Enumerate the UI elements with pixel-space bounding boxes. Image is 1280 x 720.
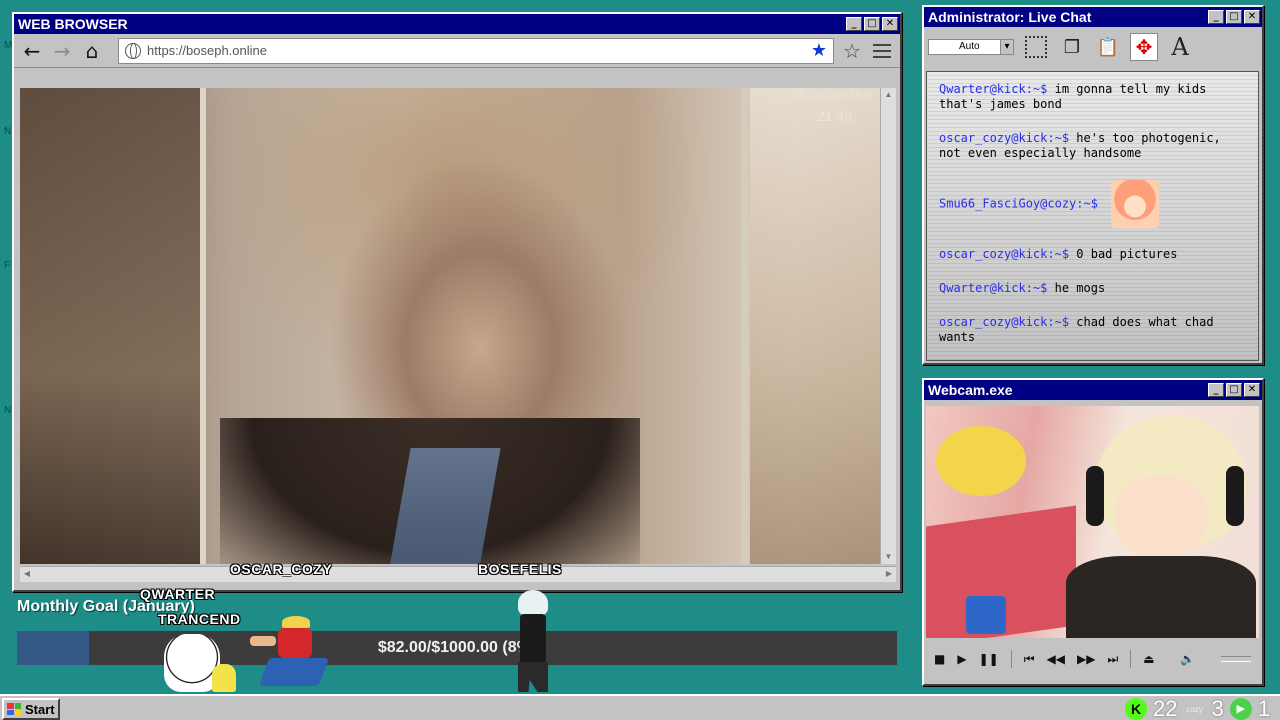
taskbar: Start K 22 cozy 3 ▶ 1: [0, 694, 1280, 720]
video-overlay-title: Abraham Mat: [789, 88, 872, 103]
chat-text: he mogs: [1054, 281, 1106, 295]
video-timestamp: 21:45: [816, 108, 852, 124]
minimize-button[interactable]: _: [846, 17, 862, 31]
chat-username: Smu66_FasciGoy@cozy:~$: [939, 196, 1098, 211]
webcam-titlebar[interactable]: Webcam.exe _ □ ✕: [924, 380, 1262, 400]
play-icon[interactable]: ▶: [957, 652, 966, 666]
chat-username: oscar_cozy@kick:~$: [939, 315, 1070, 329]
cozy-icon[interactable]: cozy: [1184, 698, 1206, 720]
address-bar[interactable]: https://boseph.online ★: [118, 37, 834, 64]
desktop-edge-glyph: F: [4, 260, 11, 271]
video-viewport[interactable]: Abraham Mat 21:45: [20, 88, 880, 564]
cozy-viewer-count: 3: [1211, 696, 1224, 720]
sprite-label: TRANCEND: [158, 611, 241, 627]
stop-icon[interactable]: ■: [934, 652, 945, 666]
favorites-star-icon[interactable]: ☆: [840, 39, 864, 63]
volume-slider[interactable]: [1220, 656, 1251, 662]
chat-window: Administrator: Live Chat _ □ ✕ Auto ❐ 📋 …: [922, 5, 1264, 365]
close-button[interactable]: ✕: [1244, 383, 1260, 397]
chat-message: Qwarter@kick:~$ he mogs: [939, 281, 1248, 296]
media-controls: ■ ▶ ❚❚ ⏮ ◀◀ ▶▶ ⏭ ⏏ 🔈: [926, 644, 1259, 674]
browser-titlebar[interactable]: WEB BROWSER _ □ ✕: [14, 14, 900, 34]
close-button[interactable]: ✕: [882, 17, 898, 31]
browser-title: WEB BROWSER: [18, 16, 128, 32]
webcam-window: Webcam.exe _ □ ✕ ■ ▶ ❚❚ ⏮ ◀◀ ▶▶ ⏭ ⏏ 🔈: [922, 378, 1264, 686]
skip-back-icon[interactable]: ⏮: [1024, 652, 1035, 667]
zoom-select[interactable]: Auto: [928, 39, 1014, 55]
kick-icon[interactable]: K: [1125, 698, 1148, 720]
sprite-label: BOSEFELIS: [478, 561, 562, 577]
sprite-label: QWARTER: [140, 586, 216, 602]
chat-titlebar[interactable]: Administrator: Live Chat _ □ ✕: [924, 7, 1262, 27]
paste-icon[interactable]: 📋: [1094, 33, 1122, 61]
chat-toolbar: Auto ❐ 📋 ✥ A: [924, 27, 1262, 67]
text-tool-icon[interactable]: A: [1166, 33, 1194, 61]
maximize-button[interactable]: □: [1226, 10, 1242, 24]
chat-title: Administrator: Live Chat: [928, 9, 1092, 25]
url-text[interactable]: https://boseph.online: [147, 43, 805, 58]
vertical-scrollbar[interactable]: ▲ ▼: [880, 88, 896, 564]
chat-message: oscar_cozy@kick:~$ chad does what chad w…: [939, 315, 1248, 345]
runner-sprite: [240, 616, 330, 692]
scroll-up-icon[interactable]: ▲: [881, 88, 896, 102]
chat-text: 0 bad pictures: [1076, 247, 1178, 261]
video-frame: [20, 88, 880, 564]
hero-sprite: [512, 590, 554, 692]
maximize-button[interactable]: □: [1226, 383, 1242, 397]
pause-icon[interactable]: ❚❚: [979, 652, 999, 666]
webcam-title: Webcam.exe: [928, 382, 1013, 398]
desktop-edge-glyph: N: [4, 405, 12, 416]
anime-sticker-image: [1111, 180, 1160, 228]
chat-username: oscar_cozy@kick:~$: [939, 247, 1070, 261]
horizontal-scrollbar[interactable]: ◀ ▶: [20, 566, 896, 582]
ghost-sprite: [164, 634, 236, 692]
chat-username: oscar_cozy@kick:~$: [939, 131, 1070, 145]
select-rect-icon[interactable]: [1022, 33, 1050, 61]
kick-viewer-count: 22: [1153, 696, 1178, 720]
chat-username: Qwarter@kick:~$: [939, 82, 1048, 96]
globe-icon: [125, 42, 141, 59]
start-label: Start: [25, 701, 55, 717]
webcam-view: [926, 406, 1259, 638]
volume-icon[interactable]: 🔈: [1180, 652, 1195, 666]
skip-forward-icon[interactable]: ⏭: [1107, 652, 1118, 667]
maximize-button[interactable]: □: [864, 17, 880, 31]
scroll-right-icon[interactable]: ▶: [882, 567, 896, 581]
minimize-button[interactable]: _: [1208, 383, 1224, 397]
other-viewer-count: 1: [1257, 696, 1270, 720]
start-button[interactable]: Start: [2, 698, 60, 720]
play-platform-icon[interactable]: ▶: [1229, 698, 1252, 720]
windows-logo-icon: [7, 703, 21, 715]
scroll-down-icon[interactable]: ▼: [881, 550, 896, 564]
bookmark-star-icon[interactable]: ★: [811, 40, 827, 61]
chat-log[interactable]: Qwarter@kick:~$ im gonna tell my kids th…: [926, 71, 1259, 361]
back-arrow-icon[interactable]: ←: [20, 39, 44, 63]
home-icon[interactable]: ⌂: [80, 39, 104, 63]
goal-progress-bar: $82.00/$1000.00 (8%): [17, 631, 897, 665]
desktop-edge-glyph: N: [4, 126, 12, 137]
chat-message: oscar_cozy@kick:~$ he's too photogenic, …: [939, 131, 1248, 161]
close-button[interactable]: ✕: [1244, 10, 1260, 24]
chat-message: Smu66_FasciGoy@cozy:~$: [939, 180, 1248, 228]
scroll-left-icon[interactable]: ◀: [20, 567, 34, 581]
eject-icon[interactable]: ⏏: [1143, 652, 1154, 666]
forward-arrow-icon[interactable]: →: [50, 39, 74, 63]
chat-message: oscar_cozy@kick:~$ 0 bad pictures: [939, 247, 1248, 262]
system-tray: K 22 cozy 3 ▶ 1: [1125, 696, 1270, 720]
fast-forward-icon[interactable]: ▶▶: [1077, 652, 1095, 666]
browser-window: WEB BROWSER _ □ ✕ ← → ⌂ https://boseph.o…: [12, 12, 902, 592]
copy-icon[interactable]: ❐: [1058, 33, 1086, 61]
menu-icon[interactable]: [870, 39, 894, 63]
goal-progress-text: $82.00/$1000.00 (8%): [377, 639, 537, 656]
move-icon[interactable]: ✥: [1130, 33, 1158, 61]
browser-navbar: ← → ⌂ https://boseph.online ★ ☆: [14, 34, 900, 68]
chat-message: Qwarter@kick:~$ im gonna tell my kids th…: [939, 82, 1248, 112]
chat-username: Qwarter@kick:~$: [939, 281, 1048, 295]
rewind-icon[interactable]: ◀◀: [1047, 652, 1065, 666]
minimize-button[interactable]: _: [1208, 10, 1224, 24]
sprite-label: OSCAR_COZY: [230, 561, 333, 577]
